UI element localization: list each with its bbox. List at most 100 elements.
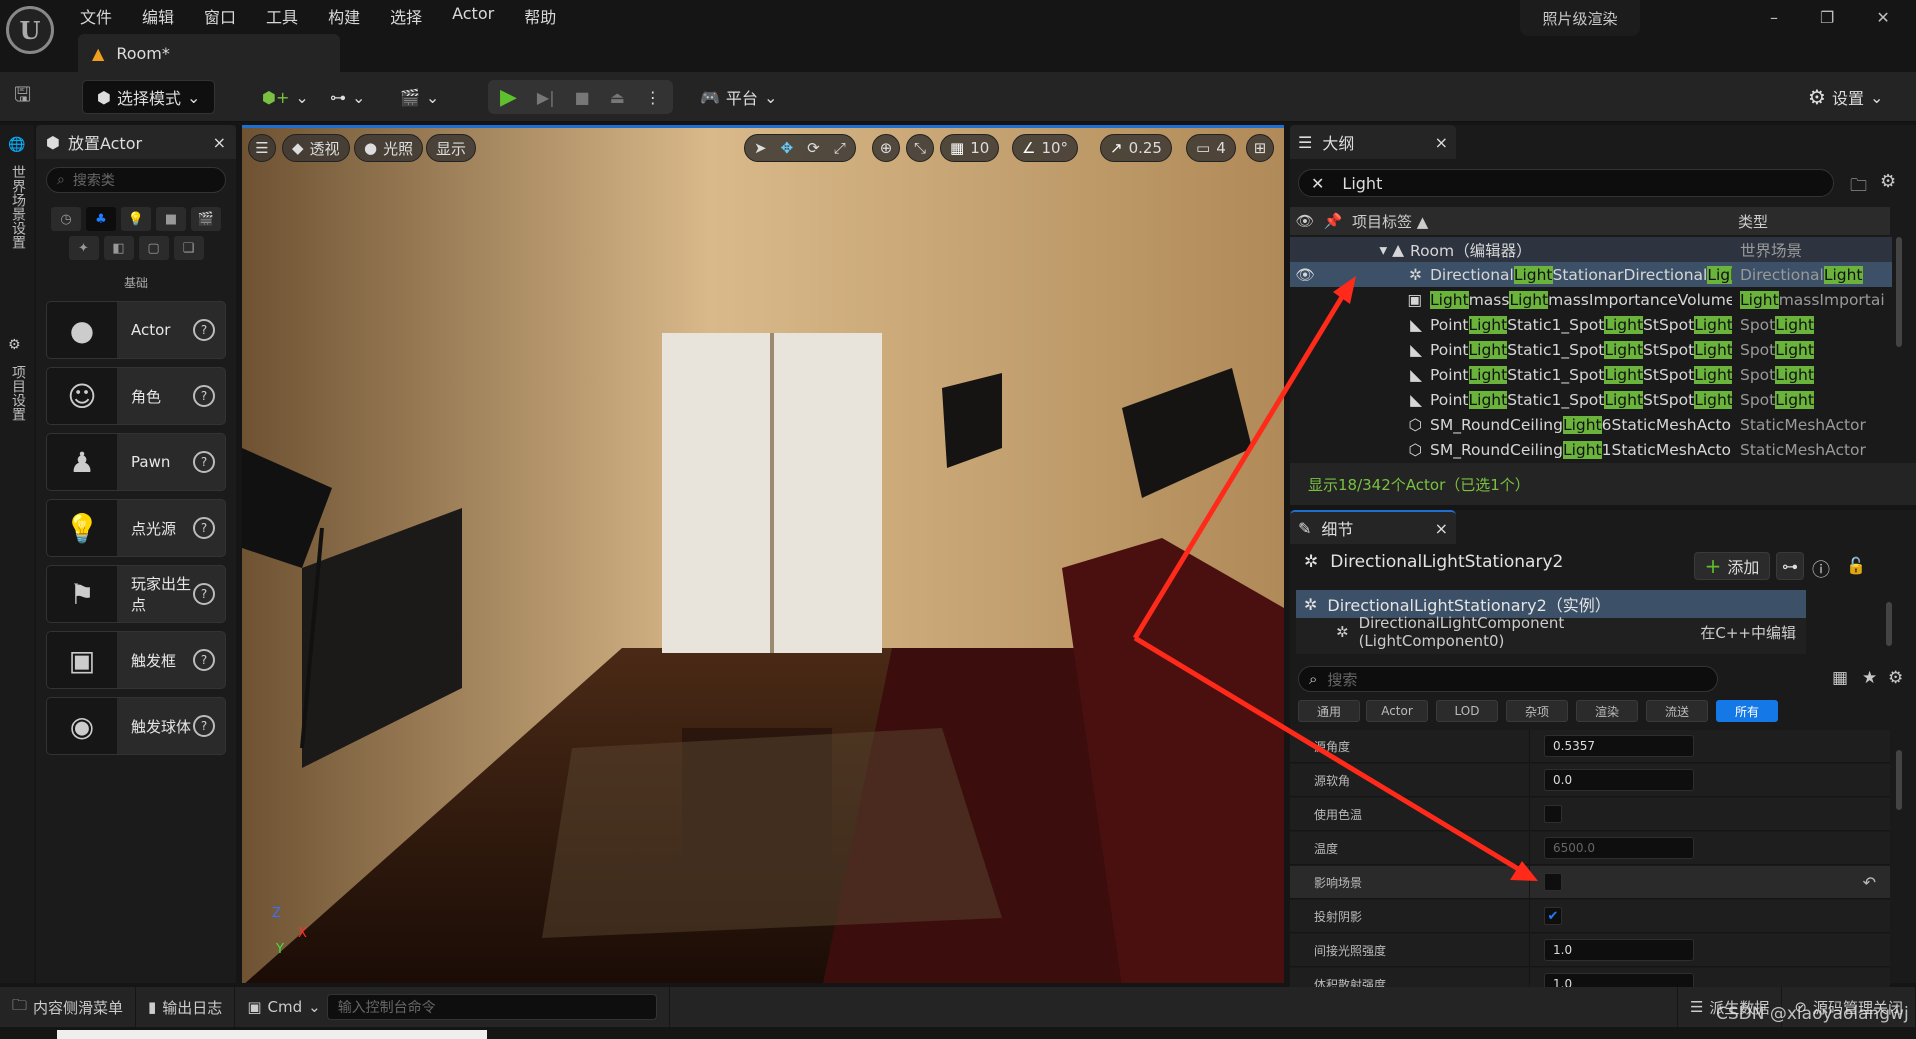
reset-to-default-icon[interactable]: ↶: [1863, 873, 1876, 892]
edit-in-cpp-link[interactable]: 在C++中编辑: [1700, 622, 1806, 643]
unreal-logo[interactable]: U: [6, 6, 54, 54]
mode-select[interactable]: ⬢ 选择模式 ⌄: [82, 80, 216, 114]
pin-column-icon[interactable]: 📌: [1320, 212, 1346, 230]
layout-button[interactable]: ⊞: [1246, 134, 1274, 162]
rotation-snap-button[interactable]: ∠ 10°: [1012, 134, 1079, 162]
type-column-header[interactable]: 类型: [1732, 211, 1768, 232]
visibility-eye-icon[interactable]: 👁: [1290, 266, 1320, 284]
save-button[interactable]: 🖫: [14, 80, 31, 114]
project-settings-tab[interactable]: 项目设置: [8, 365, 28, 421]
outliner-row[interactable]: ⬡ SM_RoundCeilingLight6StaticMeshActor Sta…: [1290, 412, 1892, 437]
level-tab[interactable]: ▲ Room*: [78, 34, 340, 72]
filter-tab[interactable]: 流送: [1646, 700, 1708, 722]
stop-icon[interactable]: ■: [575, 88, 590, 107]
close-button[interactable]: ✕: [1876, 8, 1889, 27]
star-icon[interactable]: ★: [1862, 668, 1877, 688]
place-actor-tab[interactable]: ⬢ 放置Actor ×: [36, 125, 236, 159]
menu-tools[interactable]: 工具: [266, 4, 298, 28]
select-tool-icon[interactable]: ➤: [754, 139, 767, 157]
outliner-row[interactable]: ◣ PointLightStatic1_SpotLightStSpotLight S…: [1290, 362, 1892, 387]
cinematic-category-icon[interactable]: 🎬: [191, 207, 221, 231]
clear-search-icon[interactable]: ✕: [1311, 174, 1324, 193]
blueprint-button[interactable]: ⊶: [1776, 552, 1804, 580]
place-actor-item[interactable]: 💡 点光源?: [46, 499, 226, 557]
place-actor-item[interactable]: ● Actor?: [46, 301, 226, 359]
basic-category-icon[interactable]: ♣: [86, 207, 116, 231]
gear-icon[interactable]: ⚙: [1888, 668, 1903, 688]
outliner-row[interactable]: ◣ PointLightStatic1_SpotLightStSpotLight S…: [1290, 337, 1892, 362]
outliner-row[interactable]: ▾ ▲ Room（编辑器） 世界场景: [1290, 237, 1892, 262]
more-options-icon[interactable]: ⋮: [645, 88, 661, 107]
view-mode-button[interactable]: ● 光照: [354, 134, 424, 162]
gear-icon[interactable]: ⚙: [1880, 171, 1896, 192]
details-search-input[interactable]: ⌕ 搜索: [1298, 666, 1718, 692]
minimize-button[interactable]: –: [1770, 8, 1778, 27]
help-icon[interactable]: ?: [193, 385, 215, 407]
outliner-scrollbar[interactable]: [1896, 237, 1902, 347]
perspective-button[interactable]: ◆ 透视: [282, 134, 350, 162]
property-value-input[interactable]: 1.0: [1544, 939, 1694, 961]
menu-select[interactable]: 选择: [390, 4, 422, 28]
step-icon[interactable]: ▶|: [537, 88, 555, 107]
lock-icon[interactable]: 🔓: [1846, 556, 1866, 575]
component-scrollbar[interactable]: [1886, 602, 1892, 646]
help-icon[interactable]: ?: [193, 715, 215, 737]
component-row[interactable]: ✲ DirectionalLightComponent (LightCompon…: [1296, 614, 1806, 650]
help-icon[interactable]: ?: [193, 319, 215, 341]
close-icon[interactable]: ×: [1435, 133, 1448, 152]
filter-tab[interactable]: 渲染: [1576, 700, 1638, 722]
scale-snap-button[interactable]: ↗ 0.25: [1100, 134, 1172, 162]
outliner-row[interactable]: 👁 ✲ DirectionalLightStationarDirectionalLi…: [1290, 262, 1892, 287]
level-viewport[interactable]: ☰ ◆ 透视 ● 光照 显示 ➤ ✥ ⟳ ⤢ ⊕ ⤡ ▦ 10 ∠ 10° ↗ 0.25 …: [242, 125, 1284, 983]
label-column-header[interactable]: 项目标签 ▲: [1346, 211, 1732, 232]
place-actor-item[interactable]: ♟ Pawn?: [46, 433, 226, 491]
property-matrix-icon[interactable]: ▦: [1832, 668, 1848, 688]
scale-tool-icon[interactable]: ⤢: [834, 139, 846, 157]
help-icon[interactable]: ?: [193, 517, 215, 539]
menu-edit[interactable]: 编辑: [142, 4, 174, 28]
console-input[interactable]: 输入控制台命令: [326, 994, 657, 1020]
property-checkbox[interactable]: ✔: [1544, 907, 1562, 925]
outliner-tab[interactable]: ☰ 大纲 ×: [1290, 125, 1456, 159]
filter-tab[interactable]: 通用: [1298, 700, 1360, 722]
world-local-toggle[interactable]: ⊕: [872, 134, 900, 162]
render-mode-label[interactable]: 照片级渲染: [1520, 0, 1640, 36]
shapes-category-icon[interactable]: ■: [156, 207, 186, 231]
cmd-selector[interactable]: ▣ Cmd ⌄ 输入控制台命令: [235, 987, 670, 1027]
place-actor-item[interactable]: ▣ 触发框?: [46, 631, 226, 689]
maximize-button[interactable]: ❐: [1820, 8, 1834, 27]
outliner-row[interactable]: ▣ LightmassLightmassImportanceVolume Light…: [1290, 287, 1892, 312]
play-icon[interactable]: ▶: [500, 85, 517, 110]
filter-tab[interactable]: Actor: [1366, 700, 1428, 722]
outliner-row[interactable]: ◣ PointLightStatic1_SpotLightStSpotLight S…: [1290, 387, 1892, 412]
outliner-row[interactable]: ⬡ SM_RoundCeilingLight1StaticMeshActor Sta…: [1290, 437, 1892, 462]
property-value-input[interactable]: 0.0: [1544, 769, 1694, 791]
filter-tab[interactable]: 杂项: [1506, 700, 1568, 722]
lights-category-icon[interactable]: 💡: [121, 207, 151, 231]
place-actor-item[interactable]: ⚑ 玩家出生点?: [46, 565, 226, 623]
cinematics-button[interactable]: 🎬 ⌄: [400, 80, 439, 114]
help-icon[interactable]: ?: [193, 583, 215, 605]
menu-help[interactable]: 帮助: [524, 4, 556, 28]
property-checkbox[interactable]: [1544, 873, 1562, 891]
world-settings-tab[interactable]: 世界场景设置: [8, 165, 28, 249]
menu-actor[interactable]: Actor: [452, 4, 494, 28]
show-button[interactable]: 显示: [426, 134, 477, 162]
geometry-category-icon[interactable]: ◧: [103, 236, 134, 260]
class-search-input[interactable]: ⌕ 搜索类: [46, 167, 226, 193]
outliner-search-input[interactable]: ✕ Light: [1298, 169, 1834, 197]
move-tool-icon[interactable]: ✥: [781, 139, 794, 157]
menu-file[interactable]: 文件: [80, 4, 112, 28]
volumes-category-icon[interactable]: ▢: [138, 236, 169, 260]
property-checkbox[interactable]: [1544, 805, 1562, 823]
add-actor-button[interactable]: ⬢+ ⌄: [262, 80, 309, 114]
help-icon[interactable]: ?: [193, 649, 215, 671]
menu-build[interactable]: 构建: [328, 4, 360, 28]
output-log-button[interactable]: ▮ 输出日志: [136, 987, 236, 1027]
content-drawer-button[interactable]: 🗀 内容侧滑菜单: [0, 987, 137, 1027]
help-icon[interactable]: ⓘ: [1812, 556, 1830, 582]
details-scrollbar[interactable]: [1896, 750, 1902, 810]
settings-button[interactable]: ⚙ 设置 ⌄: [1808, 80, 1883, 114]
add-component-button[interactable]: + 添加: [1694, 552, 1770, 580]
grid-snap-button[interactable]: ▦ 10: [940, 134, 1000, 162]
